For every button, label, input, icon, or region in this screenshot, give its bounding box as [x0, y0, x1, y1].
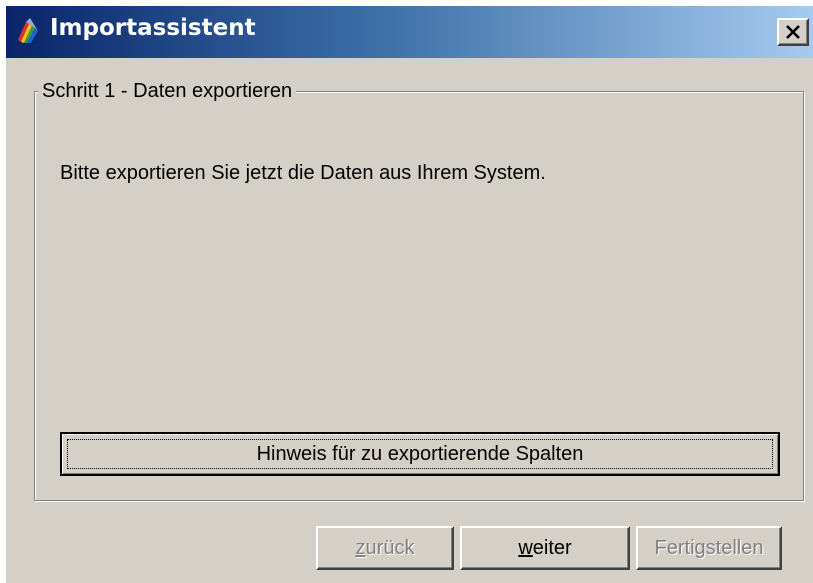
finish-button[interactable]: Fertigstellen — [636, 526, 782, 570]
instruction-text: Bitte exportieren Sie jetzt die Daten au… — [60, 162, 546, 184]
next-mnemonic: w — [518, 536, 533, 559]
next-button[interactable]: weiter — [460, 526, 630, 570]
wizard-app-icon — [18, 18, 38, 43]
finish-button-label: Fertigstellen — [654, 536, 764, 559]
title-bar[interactable]: Importassistent — [6, 6, 813, 58]
export-columns-hint-button[interactable]: Hinweis für zu exportierende Spalten — [60, 432, 780, 476]
next-label-rest: eiter — [532, 536, 572, 559]
next-button-label: weiter — [518, 537, 571, 560]
close-button[interactable] — [777, 18, 809, 46]
close-icon — [786, 25, 800, 39]
hint-button-label: Hinweis für zu exportierende Spalten — [256, 442, 584, 465]
back-label-rest: urück — [365, 536, 415, 559]
window-title: Importassistent — [50, 15, 256, 41]
import-wizard-window: Importassistent Schritt 1 - Daten export… — [6, 6, 813, 583]
back-button[interactable]: zurück — [316, 526, 454, 570]
back-button-label: zurück — [356, 537, 415, 560]
back-mnemonic: z — [355, 536, 366, 559]
step-legend: Schritt 1 - Daten exportieren — [38, 80, 297, 103]
